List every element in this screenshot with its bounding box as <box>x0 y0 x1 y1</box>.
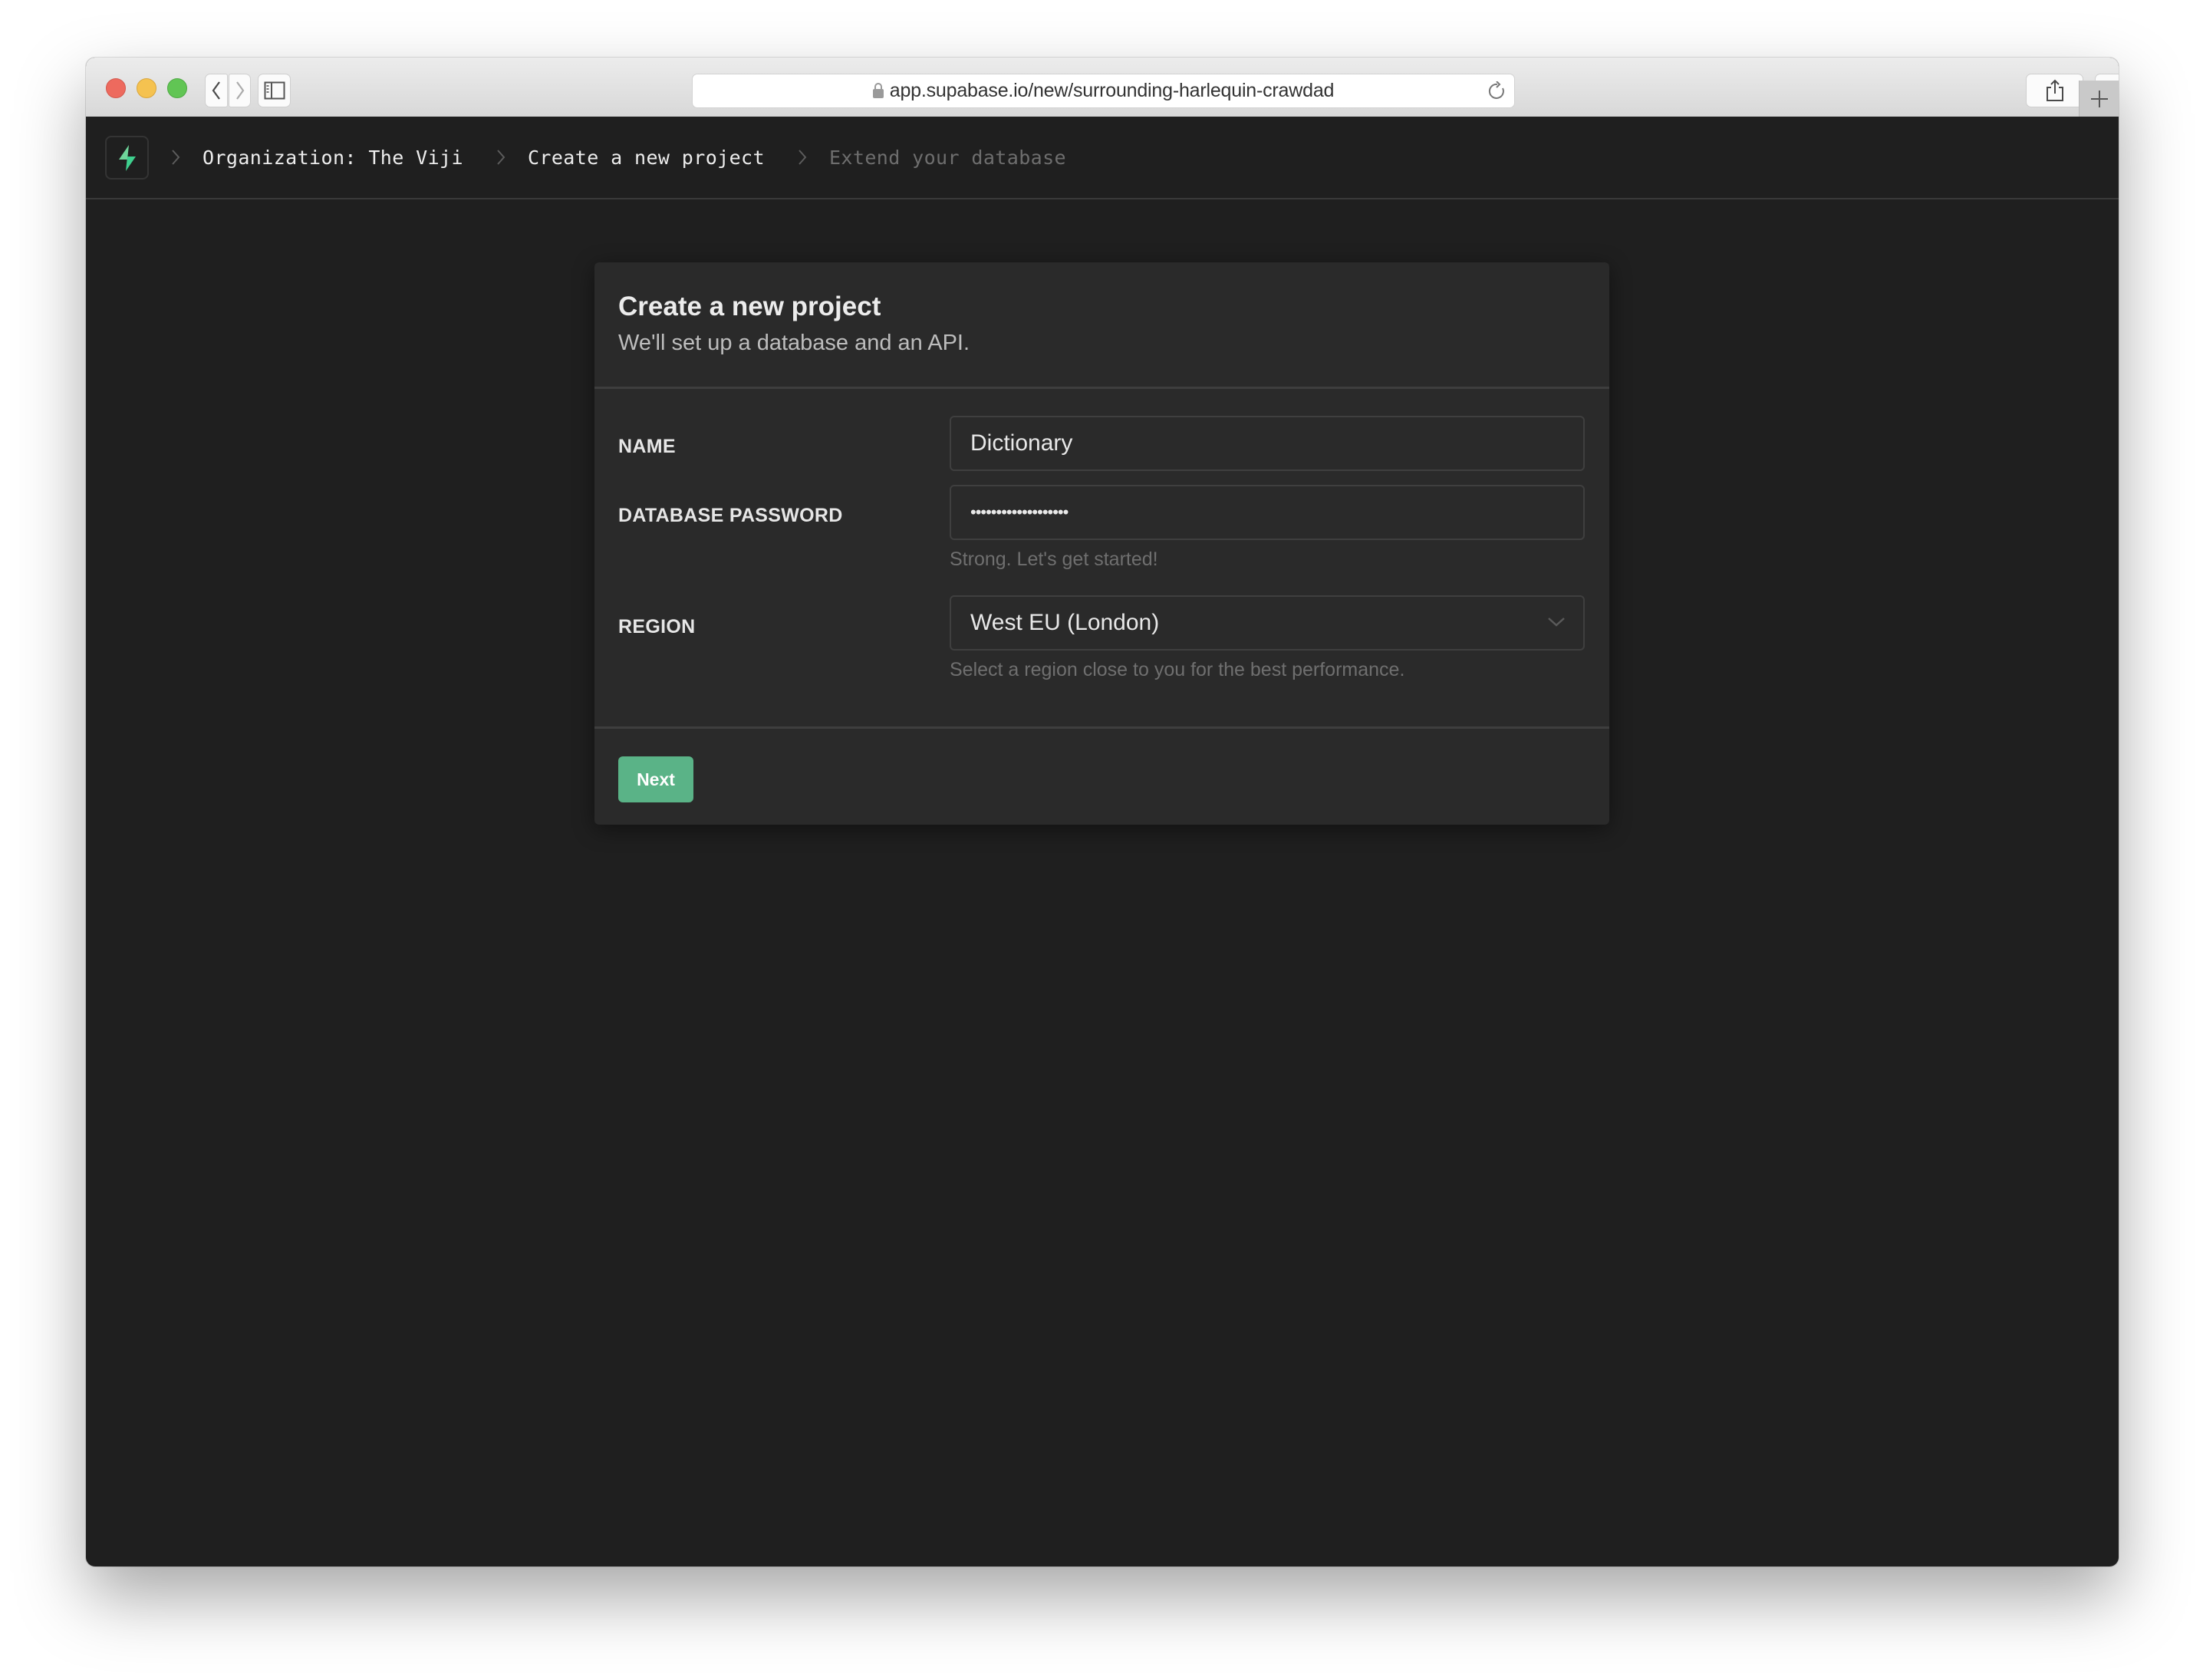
chevron-left-icon <box>212 81 220 100</box>
password-strength-text: Strong. Let's get started! <box>950 548 1158 570</box>
share-icon <box>2046 79 2063 101</box>
breadcrumb-extend-database: Extend your database <box>828 146 1066 169</box>
breadcrumb-separator-icon <box>496 146 511 169</box>
page-subtitle: We'll set up a database and an API. <box>618 331 970 355</box>
plus-icon <box>2091 90 2108 107</box>
home-logo-button[interactable] <box>105 136 149 180</box>
url-text: app.supabase.io/new/surrounding-harlequi… <box>889 80 1335 101</box>
lock-icon <box>872 82 884 98</box>
password-label: DATABASE PASSWORD <box>618 505 843 526</box>
breadcrumb-organization[interactable]: Organization: The Viji <box>203 147 463 169</box>
breadcrumb-separator-icon <box>170 146 186 169</box>
database-password-input[interactable]: ••••••••••••••••••• <box>950 485 1585 540</box>
app-header: Organization: The Viji Create a new proj… <box>86 117 2119 199</box>
page-title: Create a new project <box>618 292 881 321</box>
breadcrumb-create-project[interactable]: Create a new project <box>528 147 765 169</box>
browser-titlebar: app.supabase.io/new/surrounding-harlequi… <box>86 58 2119 117</box>
region-label: REGION <box>618 616 696 637</box>
sidebar-toggle-button[interactable] <box>258 74 291 107</box>
new-tab-button[interactable] <box>2079 81 2119 117</box>
chevron-right-icon <box>235 81 244 100</box>
next-button[interactable]: Next <box>618 756 693 802</box>
chevron-down-icon <box>1548 618 1565 627</box>
reload-icon[interactable] <box>1488 81 1507 101</box>
breadcrumb-separator-icon <box>797 146 812 169</box>
sidebar-icon <box>264 81 285 100</box>
close-window-button[interactable] <box>106 78 126 98</box>
browser-window: app.supabase.io/new/surrounding-harlequi… <box>86 58 2119 1566</box>
region-select-value: West EU (London) <box>970 610 1160 635</box>
minimize-window-button[interactable] <box>137 78 156 98</box>
name-label: NAME <box>618 436 676 457</box>
card-footer-divider <box>594 726 1609 729</box>
project-name-input[interactable]: Dictionary <box>950 416 1585 471</box>
region-helper-text: Select a region close to you for the bes… <box>950 659 1405 680</box>
supabase-bolt-icon <box>118 144 136 171</box>
forward-button[interactable] <box>229 74 251 107</box>
zoom-window-button[interactable] <box>167 78 187 98</box>
create-project-card: Create a new project We'll set up a data… <box>594 262 1609 825</box>
region-select[interactable]: West EU (London) <box>950 595 1585 651</box>
card-header: Create a new project We'll set up a data… <box>594 262 1609 389</box>
share-button[interactable] <box>2026 74 2083 107</box>
address-bar[interactable]: app.supabase.io/new/surrounding-harlequi… <box>692 74 1515 108</box>
breadcrumb: Organization: The Viji Create a new proj… <box>170 117 1098 198</box>
back-button[interactable] <box>205 74 228 107</box>
